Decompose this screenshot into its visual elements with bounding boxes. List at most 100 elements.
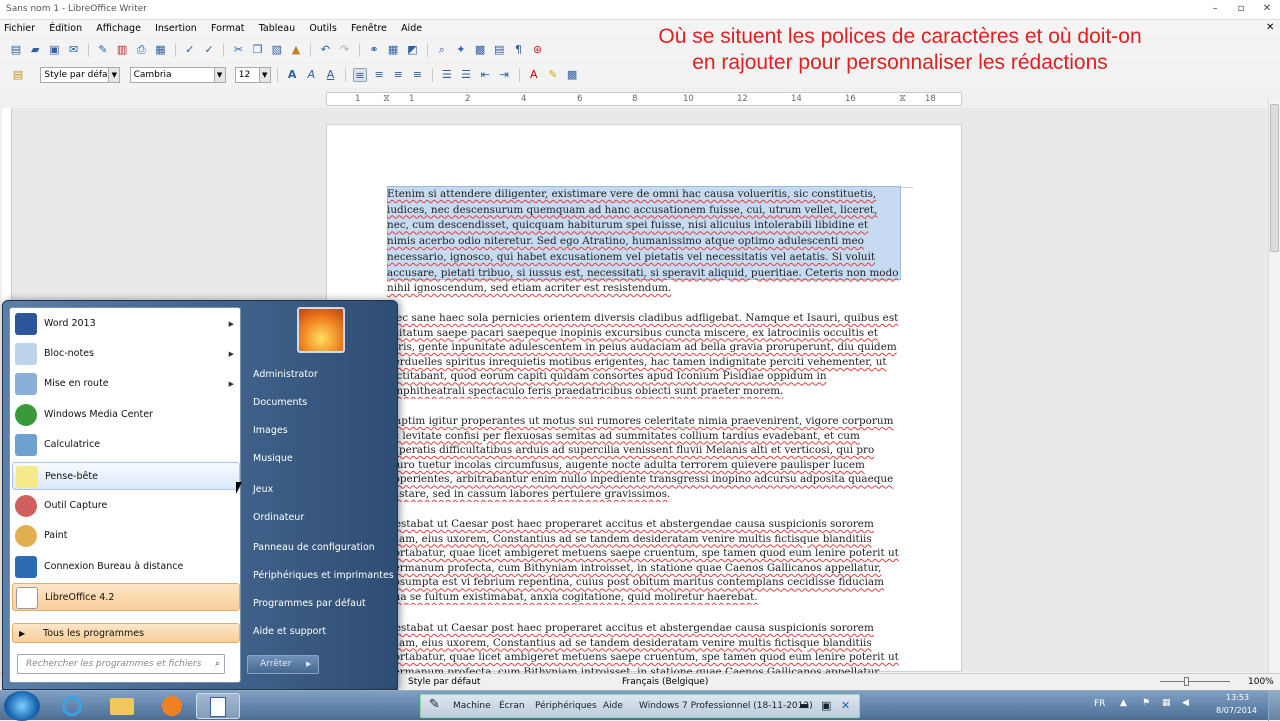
autospell-icon[interactable]: ✓ — [202, 43, 216, 57]
align-right-icon[interactable]: ≡ — [391, 68, 405, 82]
paragraph-5[interactable]: Restabat ut Caesar post haec properaret … — [387, 621, 899, 673]
start-item-images[interactable]: Images — [253, 425, 288, 436]
tray-flag-icon[interactable]: ⚑ — [1142, 698, 1150, 708]
status-language[interactable]: Français (Belgique) — [622, 677, 708, 687]
redo-icon[interactable]: ↷ — [338, 43, 352, 57]
program-word[interactable]: Word 2013 ▶ — [12, 310, 240, 338]
program-paint[interactable]: Paint — [12, 522, 240, 550]
start-item-control-panel[interactable]: Panneau de configuration — [253, 542, 375, 553]
start-item-documents[interactable]: Documents — [253, 397, 307, 408]
vm-restore-icon[interactable]: ▣ — [821, 699, 831, 712]
clock-date[interactable]: 8/07/2014 — [1216, 706, 1257, 715]
vm-menu-help[interactable]: Aide — [603, 701, 623, 711]
show-draw-functions-icon[interactable]: ◩ — [405, 43, 419, 57]
menu-affichage[interactable]: Affichage — [96, 20, 141, 34]
print-icon[interactable]: ⎙ — [134, 43, 148, 57]
find-replace-icon[interactable]: ⌕ — [435, 43, 449, 57]
minimize-button[interactable]: – — [1204, 2, 1226, 16]
tray-arrow-icon[interactable]: ▲ — [1120, 698, 1127, 708]
close-button[interactable]: ✕ — [1256, 2, 1278, 16]
menu-fenetre[interactable]: Fenêtre — [351, 20, 387, 34]
program-calculator[interactable]: Calculatrice — [12, 431, 240, 459]
menu-tableau[interactable]: Tableau — [259, 20, 295, 34]
paste-icon[interactable]: ▧ — [270, 43, 284, 57]
program-getting-started[interactable]: Mise en route ▶ — [12, 370, 240, 398]
cut-icon[interactable]: ✂ — [231, 43, 245, 57]
email-icon[interactable]: ✉ — [67, 43, 81, 57]
clock-time[interactable]: 13:53 — [1226, 693, 1249, 702]
paragraph-4[interactable]: Restabat ut Caesar post haec properaret … — [387, 517, 899, 605]
hyperlink-icon[interactable]: ⚭ — [367, 43, 381, 57]
open-icon[interactable]: ▰ — [28, 43, 42, 57]
start-item-help-support[interactable]: Aide et support — [253, 626, 326, 637]
undo-icon[interactable]: ↶ — [318, 43, 332, 57]
all-programs-button[interactable]: ▶ Tous les programmes — [12, 623, 240, 643]
paragraph-1[interactable]: Etenim si attendere diligenter, existima… — [387, 187, 899, 297]
maximize-button[interactable]: ▫ — [1230, 2, 1252, 16]
vm-menu-screen[interactable]: Écran — [499, 701, 525, 711]
user-avatar[interactable] — [297, 307, 345, 353]
save-icon[interactable]: ▣ — [47, 43, 61, 57]
vm-close-icon[interactable]: ✕ — [841, 699, 850, 712]
formatting-marks-icon[interactable]: ¶ — [511, 43, 525, 57]
taskbar-explorer-icon[interactable] — [100, 693, 144, 719]
menu-outils[interactable]: Outils — [309, 20, 336, 34]
tray-volume-icon[interactable]: ◀ — [1182, 698, 1189, 708]
numbering-icon[interactable]: ☰ — [440, 68, 454, 82]
vertical-scrollbar[interactable] — [1268, 98, 1280, 672]
bold-icon[interactable]: A — [285, 68, 299, 82]
gallery-icon[interactable]: ▩ — [473, 43, 487, 57]
menu-insertion[interactable]: Insertion — [155, 20, 197, 34]
start-item-devices-printers[interactable]: Périphériques et imprimantes — [253, 570, 394, 581]
program-notepad[interactable]: Bloc-notes ▶ — [12, 340, 240, 368]
start-item-default-programs[interactable]: Programmes par défaut — [253, 598, 366, 609]
underline-icon[interactable]: A — [324, 68, 338, 82]
tray-network-icon[interactable]: ▦ — [1162, 698, 1171, 708]
justify-icon[interactable]: ≡ — [410, 68, 424, 82]
paragraph-style-select[interactable]: Style par défaut ▼ — [40, 67, 121, 83]
zoom-slider[interactable] — [1160, 681, 1230, 682]
increase-indent-icon[interactable]: ⇥ — [497, 68, 511, 82]
styles-formatting-icon[interactable]: ▤ — [11, 68, 25, 82]
start-search-input[interactable]: Rechercher les programmes et fichiers ⌕ — [17, 654, 225, 674]
data-sources-icon[interactable]: ▤ — [492, 43, 506, 57]
program-sticky-notes[interactable]: Pense-bête — [12, 462, 240, 490]
status-page-style[interactable]: Style par défaut — [408, 677, 480, 687]
menu-fichier[interactable]: Fichier — [4, 20, 35, 34]
menu-edition[interactable]: Édition — [49, 20, 82, 34]
windows-start-button[interactable] — [4, 691, 40, 721]
font-size-select[interactable]: 12 ▼ — [234, 67, 271, 83]
navigator-icon[interactable]: ✦ — [454, 43, 468, 57]
status-zoom[interactable]: 100% — [1248, 677, 1274, 687]
shutdown-arrow-icon[interactable]: ▶ — [306, 656, 311, 673]
paragraph-2[interactable]: Nec sane haec sola pernicies orientem di… — [387, 311, 899, 399]
zoom-slider-handle[interactable] — [1184, 677, 1189, 686]
vm-menu-machine[interactable]: Machine — [453, 701, 491, 711]
program-snipping-tool[interactable]: Outil Capture — [12, 492, 240, 520]
help-icon[interactable]: ⊛ — [531, 43, 545, 57]
left-indent-marker[interactable]: ⧖ — [383, 93, 390, 104]
font-name-select[interactable]: Cambria ▼ — [129, 67, 226, 83]
scrollbar-thumb[interactable] — [1270, 104, 1279, 252]
print-preview-icon[interactable]: ▦ — [154, 43, 168, 57]
align-left-icon[interactable]: ≡ — [352, 68, 367, 82]
copy-icon[interactable]: ❐ — [251, 43, 265, 57]
start-item-music[interactable]: Musique — [253, 453, 293, 464]
export-pdf-icon[interactable]: ▥ — [115, 43, 129, 57]
shutdown-button[interactable]: Arrêter ▶ — [247, 655, 319, 674]
vm-minimize-icon[interactable]: ▬ — [799, 699, 809, 712]
taskbar-media-player-icon[interactable] — [150, 693, 194, 719]
highlighting-icon[interactable]: ✎ — [546, 68, 560, 82]
program-remote-desktop[interactable]: Connexion Bureau à distance — [12, 553, 240, 581]
start-item-administrator[interactable]: Administrator — [253, 369, 318, 380]
new-document-icon[interactable]: ▤ — [9, 43, 23, 57]
menu-aide[interactable]: Aide — [401, 20, 422, 34]
vm-menu-devices[interactable]: Périphériques — [535, 701, 597, 711]
show-desktop-button[interactable] — [1268, 691, 1280, 721]
language-indicator[interactable]: FR — [1094, 699, 1105, 709]
bullets-icon[interactable]: ☰ — [459, 68, 473, 82]
program-libreoffice[interactable]: LibreOffice 4.2 — [12, 583, 240, 611]
program-media-center[interactable]: Windows Media Center — [12, 401, 240, 429]
start-item-computer[interactable]: Ordinateur — [253, 512, 304, 523]
edit-mode-icon[interactable]: ✎ — [96, 43, 110, 57]
